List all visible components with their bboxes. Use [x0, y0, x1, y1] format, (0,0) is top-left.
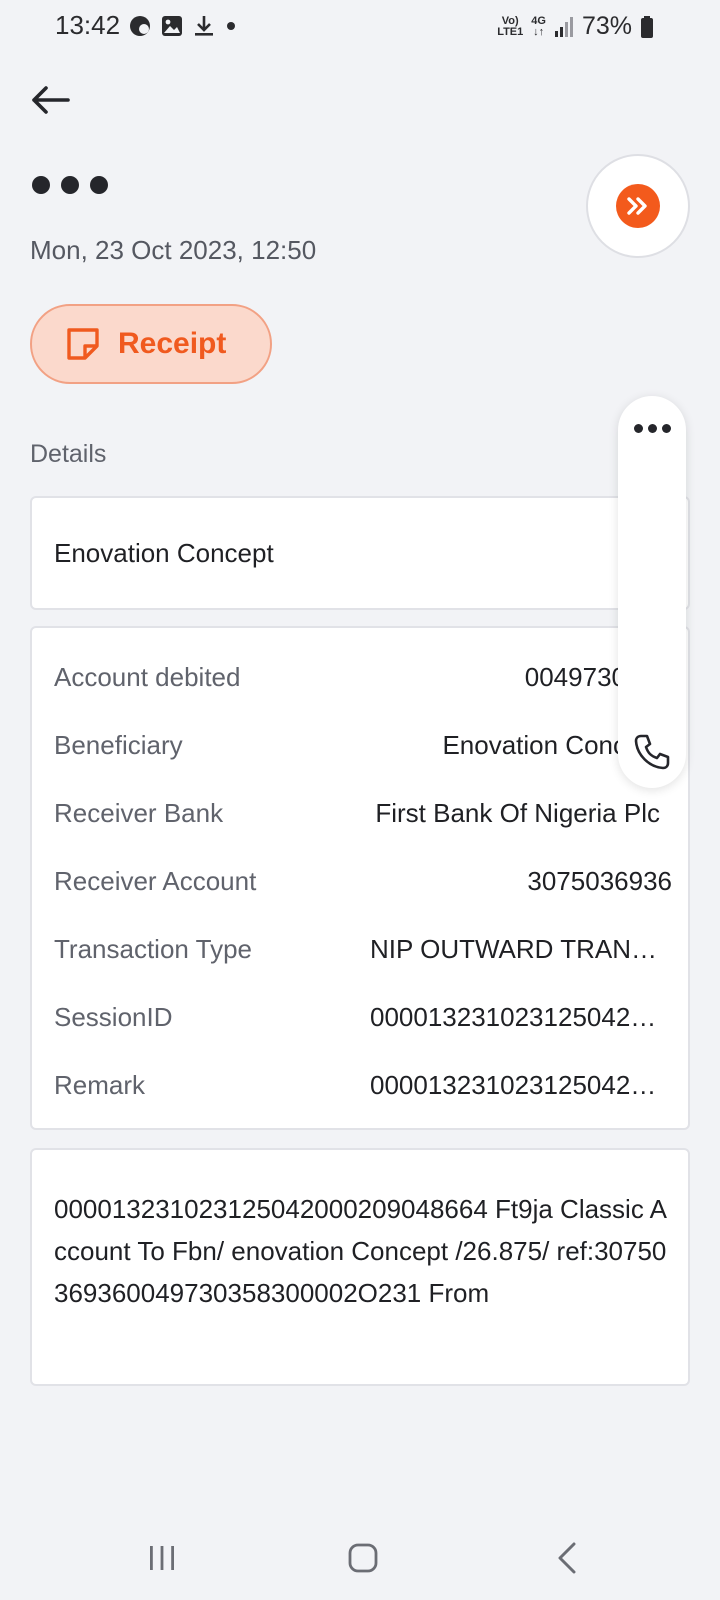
transaction-date: Mon, 23 Oct 2023, 12:50	[30, 235, 317, 265]
more-notifications-dot-icon	[227, 22, 235, 30]
gallery-icon	[162, 16, 182, 36]
remark-full-text: 000013231023125042000209048664 Ft9ja Cla…	[54, 1194, 667, 1308]
detail-row-beneficiary: Beneficiary Enovation Conc	[54, 730, 672, 770]
recent-apps-icon	[150, 1546, 174, 1570]
detail-label: Receiver Bank	[54, 798, 224, 828]
transaction-details-card: Account debited 0049730 Beneficiary Enov…	[30, 626, 690, 1130]
data-indicator: 4G ↓↑	[531, 14, 546, 38]
receipt-button[interactable]: Receipt	[30, 304, 272, 384]
remark-card: 000013231023125042000209048664 Ft9ja Cla…	[30, 1148, 690, 1386]
mask-dot	[61, 176, 79, 194]
chevron-left-icon	[558, 1542, 576, 1574]
battery-icon	[641, 15, 653, 38]
detail-value: Enovation Conc	[442, 730, 626, 760]
detail-value: 000013231023125042000209048664	[370, 1070, 660, 1100]
receipt-note-icon	[67, 328, 99, 360]
mask-dot	[90, 176, 108, 194]
detail-row-transaction-type: Transaction Type NIP OUTWARD TRANSFER	[54, 934, 672, 974]
mask-dot	[32, 176, 50, 194]
more-horizontal-icon[interactable]	[634, 424, 671, 433]
battery-percent: 73%	[581, 12, 632, 40]
home-button[interactable]	[348, 1542, 378, 1579]
home-icon	[348, 1543, 378, 1573]
detail-label: Account debited	[54, 662, 241, 692]
detail-value: First Bank Of Nigeria Plc	[375, 798, 660, 828]
forward-button[interactable]	[586, 154, 690, 258]
detail-value: 0049730	[524, 662, 626, 692]
detail-label: Beneficiary	[54, 730, 183, 760]
detail-row-remark: Remark 000013231023125042000209048664	[54, 1070, 672, 1110]
details-section-label: Details	[30, 440, 107, 468]
call-button[interactable]	[632, 732, 672, 777]
signal-icon	[554, 16, 573, 37]
detail-row-account-debited: Account debited 0049730	[54, 662, 672, 702]
system-nav-bar	[0, 1520, 720, 1600]
arrow-left-icon	[32, 86, 70, 114]
status-right: Vo) LTE1 4G ↓↑ 73%	[497, 12, 654, 41]
receipt-label: Receipt	[118, 327, 227, 360]
detail-label: Receiver Account	[54, 866, 257, 896]
transaction-details-screen: 13:42 Vo) LTE1 4G ↓↑ 73% Mon, 23 Oct 202…	[0, 0, 720, 1600]
detail-row-session-id: SessionID 000013231023125042000209048664	[54, 1002, 672, 1042]
status-bar: 13:42 Vo) LTE1 4G ↓↑ 73%	[0, 0, 720, 56]
weather-icon	[130, 16, 150, 36]
detail-row-receiver-account: Receiver Account 3075036936	[54, 866, 672, 906]
status-time: 13:42	[55, 10, 121, 40]
detail-label: Transaction Type	[54, 934, 252, 964]
beneficiary-name-card: Enovation Concept	[30, 496, 690, 610]
floating-action-rail	[618, 396, 686, 788]
detail-value: 000013231023125042000209048664	[370, 1002, 660, 1032]
volte-indicator: Vo) LTE1	[497, 14, 524, 38]
double-chevron-right-icon	[616, 184, 660, 228]
download-icon	[195, 16, 213, 36]
masked-amount[interactable]	[32, 176, 108, 194]
detail-value: NIP OUTWARD TRANSFER	[370, 934, 660, 964]
detail-row-receiver-bank: Receiver Bank First Bank Of Nigeria Plc	[54, 798, 672, 838]
detail-value: 3075036936	[527, 866, 672, 896]
notification-icons	[128, 14, 238, 38]
system-back-button[interactable]	[556, 1542, 580, 1579]
recent-apps-button[interactable]	[148, 1542, 176, 1579]
detail-label: Remark	[54, 1070, 146, 1100]
phone-icon	[634, 734, 670, 770]
beneficiary-name: Enovation Concept	[54, 538, 274, 568]
detail-label: SessionID	[54, 1002, 173, 1032]
back-button[interactable]	[28, 78, 76, 122]
